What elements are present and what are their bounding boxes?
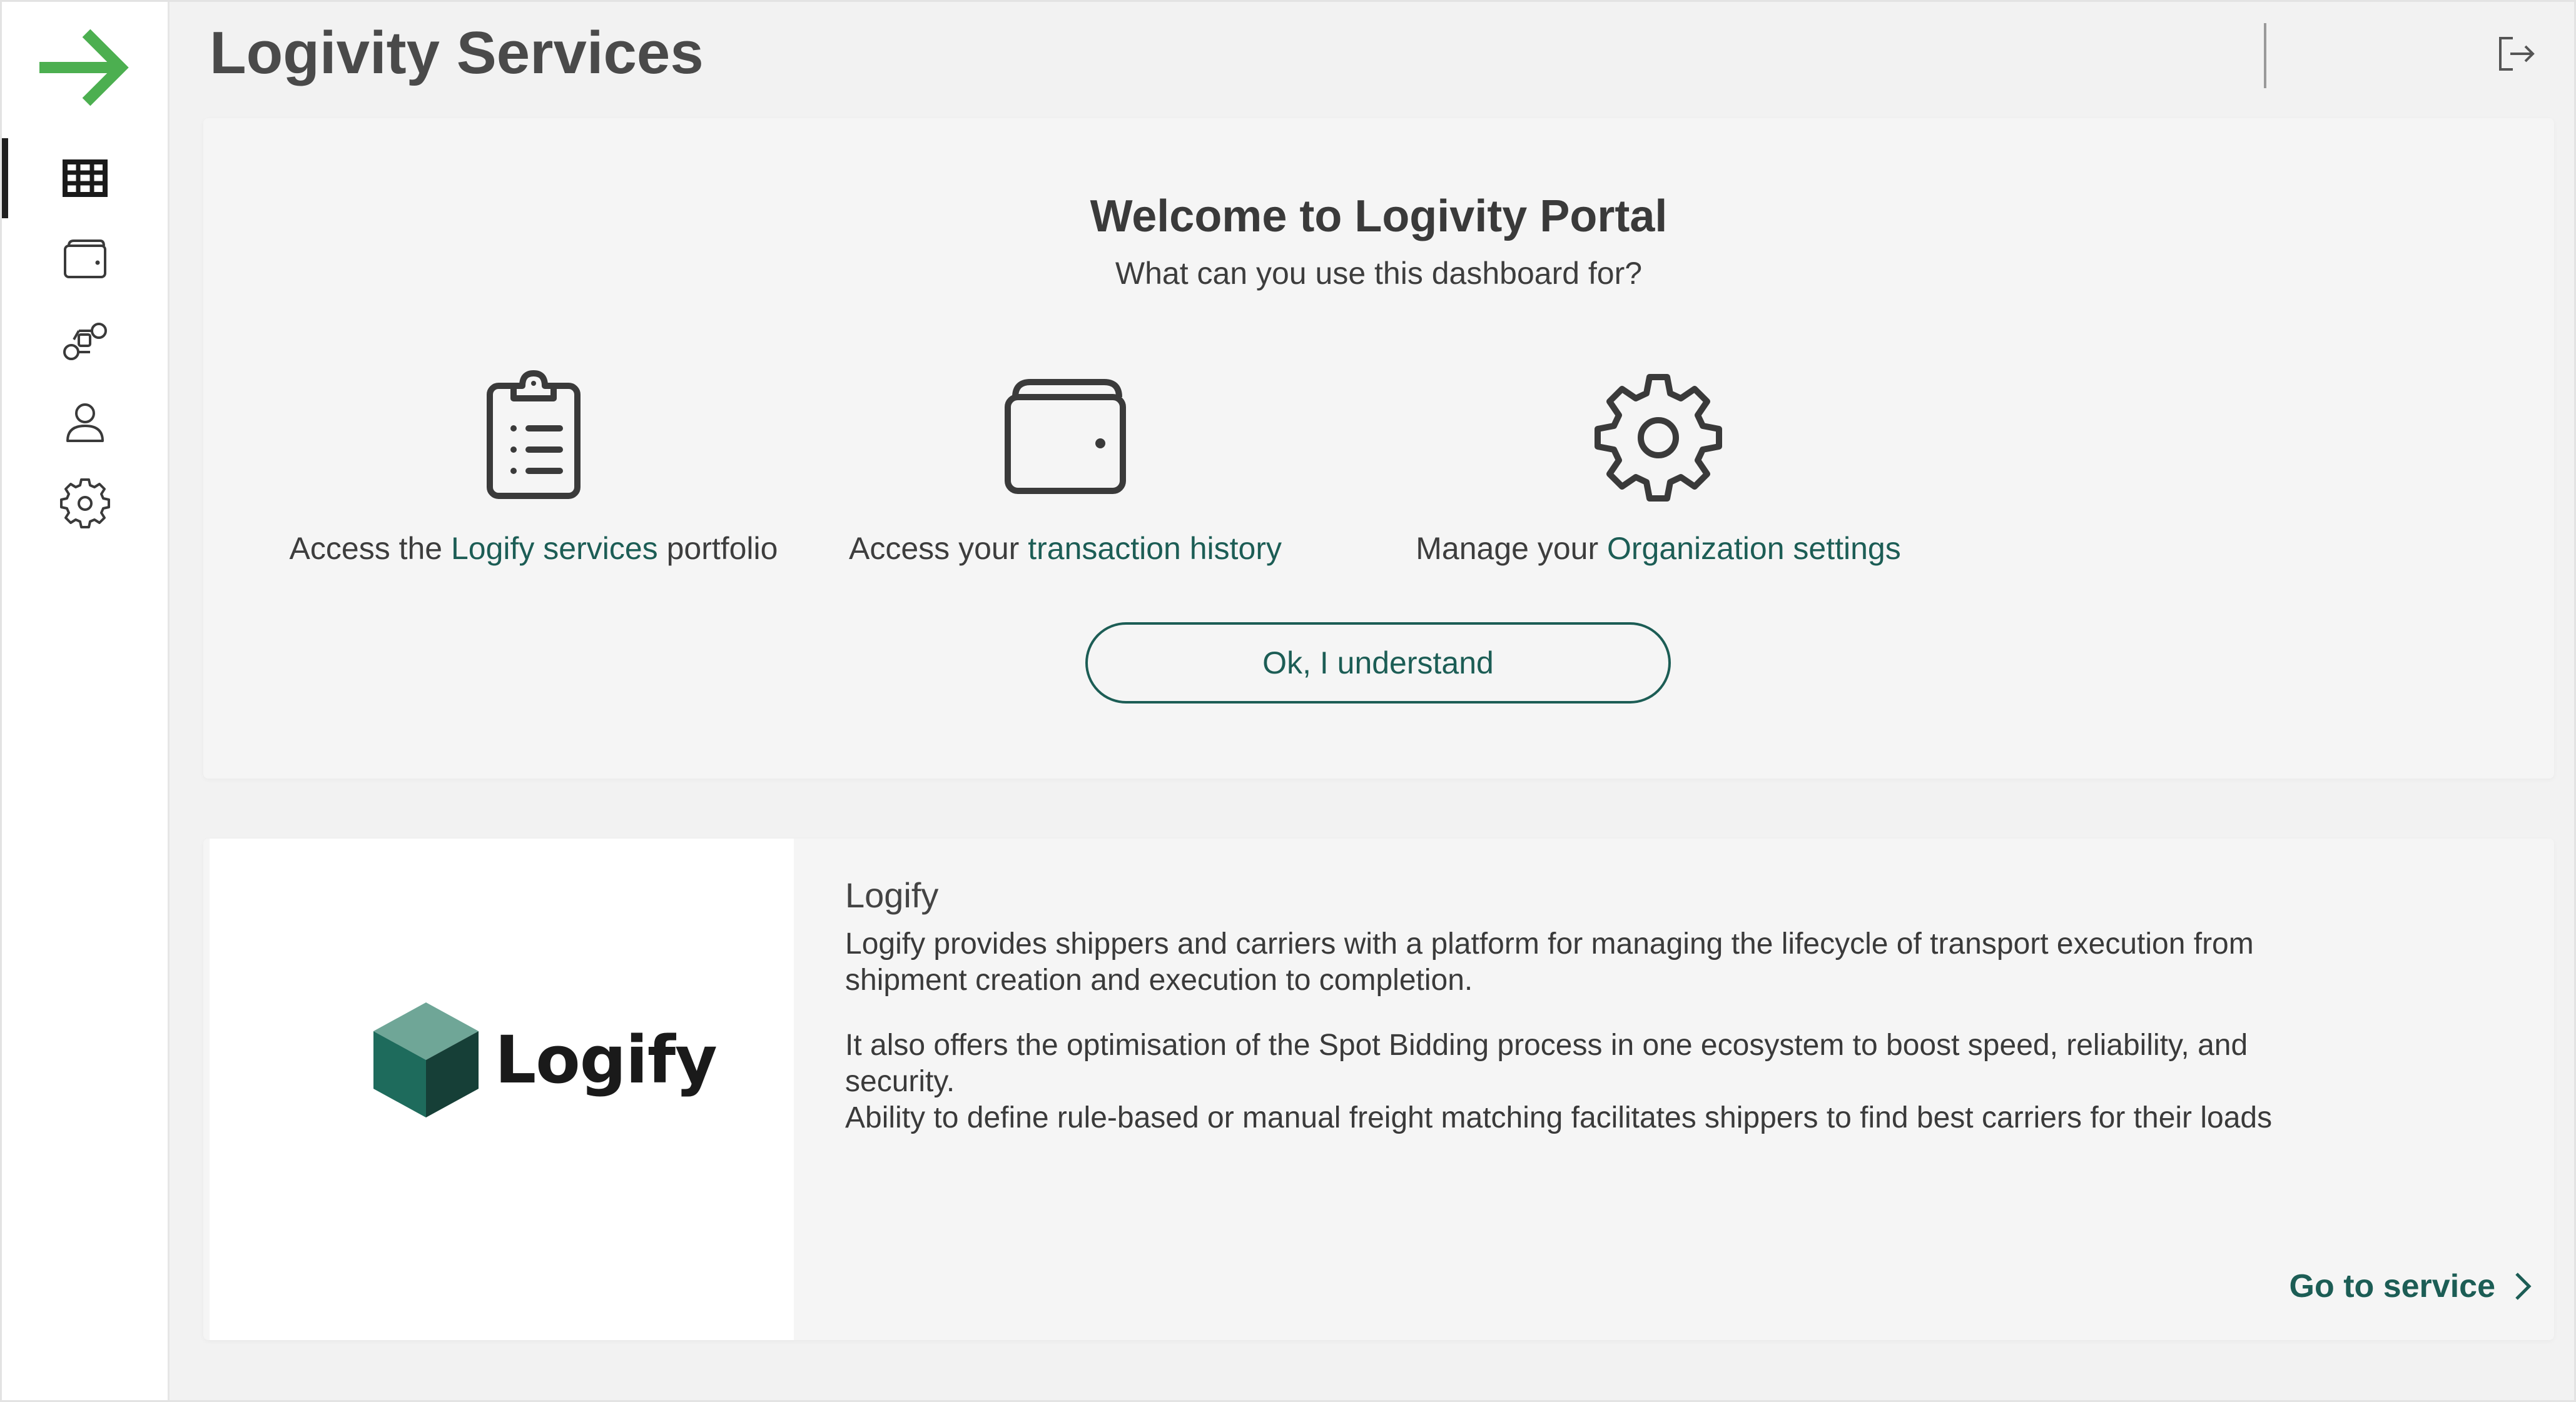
logify-logo: Logify <box>371 1000 718 1120</box>
page-title: Logivity Services <box>210 19 704 86</box>
transaction-history-link[interactable]: transaction history <box>1028 531 1282 566</box>
go-to-service-label: Go to service <box>2289 1268 2495 1304</box>
sidebar-item-dashboard[interactable] <box>2 138 168 218</box>
organization-settings-link[interactable]: Organization settings <box>1607 531 1901 566</box>
logify-services-link[interactable]: Logify services <box>451 531 658 566</box>
grid-icon <box>62 159 108 197</box>
clipboard-icon <box>487 370 581 499</box>
feature-text-prefix: Access the <box>289 531 451 566</box>
feature-text: Manage your Organization settings <box>1346 528 1971 568</box>
chevron-right-icon <box>2515 1273 2532 1300</box>
service-description: It also offers the optimisation of the S… <box>845 1029 2248 1098</box>
header-divider <box>2264 23 2266 88</box>
feature-transaction-history: Access your transaction history <box>753 368 1378 568</box>
feature-text-prefix: Manage your <box>1416 531 1608 566</box>
go-to-service-link[interactable]: Go to service <box>2289 1268 2535 1305</box>
feature-text: Access your transaction history <box>753 528 1378 568</box>
logout-button[interactable] <box>2494 32 2538 76</box>
ok-understand-button[interactable]: Ok, I understand <box>1085 622 1671 704</box>
welcome-card: Welcome to Logivity Portal What can you … <box>203 118 2554 779</box>
service-description: Logify provides shippers and carriers wi… <box>845 927 2254 997</box>
cube-logo-icon <box>373 1002 479 1117</box>
welcome-subtitle: What can you use this dashboard for? <box>1115 256 1643 291</box>
logivity-logo-arrow-icon[interactable] <box>33 21 133 114</box>
logify-logo-text: Logify <box>495 1022 718 1098</box>
feature-organization-settings: Manage your Organization settings <box>1346 368 1971 568</box>
service-logo-panel: Logify <box>210 839 794 1340</box>
sidebar-item-wallet[interactable] <box>2 219 168 300</box>
service-card-logify: Logify Logify Logify provides shippers a… <box>203 839 2554 1340</box>
connections-icon <box>63 323 107 360</box>
gear-icon <box>59 478 110 528</box>
feature-text-prefix: Access your <box>849 531 1028 566</box>
user-icon <box>66 403 104 442</box>
sidebar-item-connections[interactable] <box>2 301 168 381</box>
sidebar <box>2 2 170 1400</box>
sidebar-item-settings[interactable] <box>2 463 168 543</box>
sidebar-item-user[interactable] <box>2 382 168 462</box>
logout-icon <box>2499 37 2535 71</box>
app-window: Logivity Services Welcome to Logivity Po… <box>0 0 2576 1402</box>
wallet-icon <box>63 240 106 278</box>
gear-icon <box>1595 374 1722 502</box>
service-description: Ability to define rule-based or manual f… <box>845 1101 2273 1134</box>
service-name: Logify <box>845 875 939 915</box>
welcome-title: Welcome to Logivity Portal <box>1090 191 1668 241</box>
wallet-icon <box>1005 379 1126 494</box>
